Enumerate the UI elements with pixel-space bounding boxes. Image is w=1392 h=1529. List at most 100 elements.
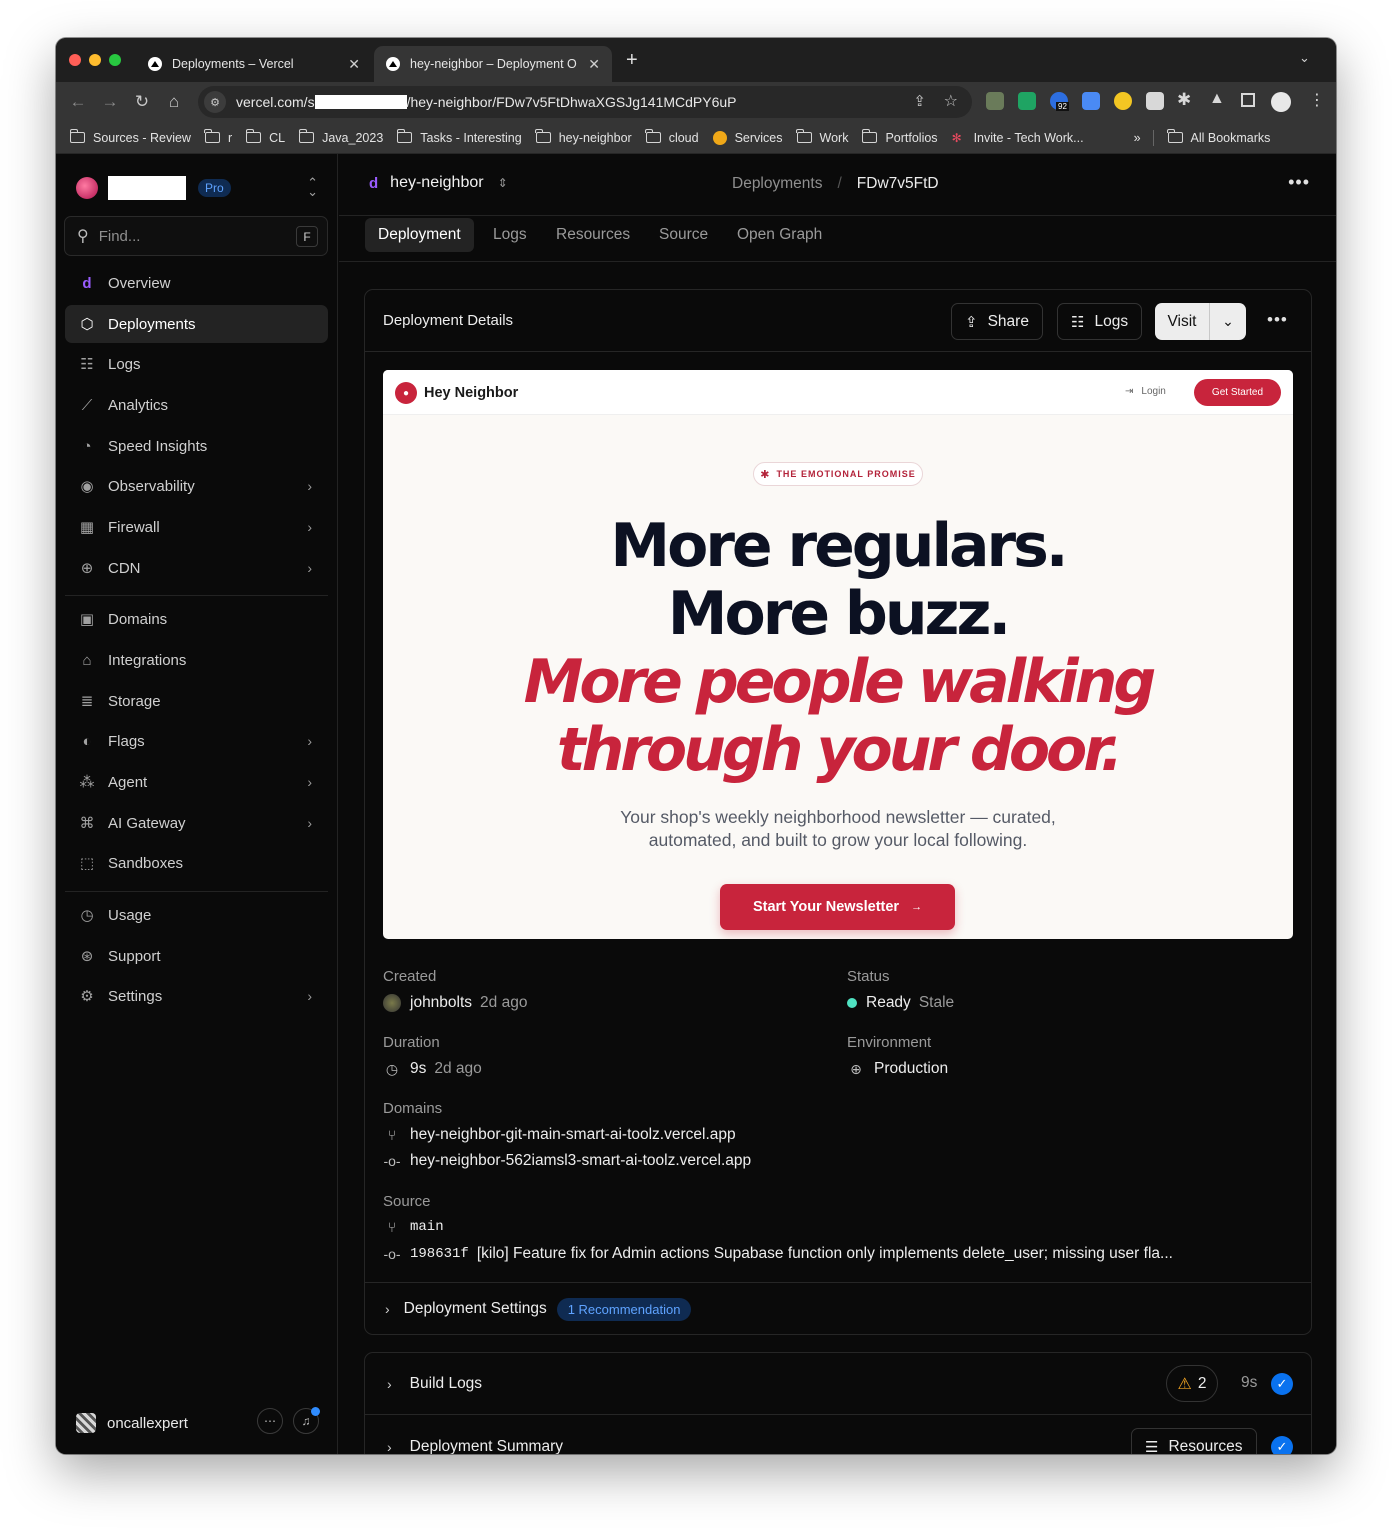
close-tab-icon[interactable]: ✕: [588, 56, 600, 73]
bookmark-folder[interactable]: Work: [796, 129, 848, 145]
extension-nl-icon[interactable]: [986, 92, 1004, 110]
sidebar-item-cdn[interactable]: ⊕ CDN ›: [65, 549, 328, 587]
sidebar-item-logs[interactable]: ☷ Logs: [65, 345, 328, 383]
more-options-icon[interactable]: •••: [1288, 172, 1310, 193]
tab-resources[interactable]: Resources: [543, 218, 643, 252]
warning-count: 2: [1197, 1374, 1207, 1392]
deployment-settings-row[interactable]: › Deployment Settings 1 Recommendation: [365, 1282, 1311, 1335]
eye-icon: ◉: [80, 478, 94, 495]
extension-sheets-icon[interactable]: [1018, 92, 1036, 110]
browser-tab-deployments[interactable]: Deployments – Vercel ✕: [136, 46, 372, 82]
forward-icon[interactable]: →: [94, 92, 126, 112]
sparkle-icon: ✱: [760, 468, 771, 481]
find-input[interactable]: ⚲ Find... F: [64, 216, 328, 256]
labs-flask-icon[interactable]: ▲: [1209, 90, 1225, 108]
sidebar-item-domains[interactable]: ▣ Domains: [65, 600, 328, 638]
share-page-icon[interactable]: ⇪: [913, 92, 926, 110]
sidebar-item-analytics[interactable]: ⟋ Analytics: [65, 386, 328, 424]
browser-menu-icon[interactable]: ⋮: [1309, 90, 1325, 110]
visit-button[interactable]: Visit: [1155, 303, 1210, 340]
new-tab-button[interactable]: +: [626, 49, 638, 72]
breadcrumb-deployments[interactable]: Deployments: [732, 175, 822, 193]
minimize-window-button[interactable]: [89, 54, 101, 66]
sidebar-item-agent[interactable]: ⁂ Agent ›: [65, 763, 328, 801]
home-icon[interactable]: ⌂: [158, 92, 190, 112]
tab-logs[interactable]: Logs: [480, 218, 540, 252]
domain-link[interactable]: hey-neighbor-git-main-smart-ai-toolz.ver…: [410, 1126, 736, 1144]
domain-link[interactable]: hey-neighbor-562iamsl3-smart-ai-toolz.ve…: [410, 1152, 751, 1170]
user-menu[interactable]: oncallexpert ⋯ ♫: [76, 1407, 326, 1438]
tab-deployment[interactable]: Deployment: [365, 218, 474, 252]
close-tab-icon[interactable]: ✕: [348, 56, 360, 73]
sidebar-item-ai-gateway[interactable]: ⌘ AI Gateway ›: [65, 804, 328, 842]
extension-chat-icon[interactable]: [1146, 92, 1164, 110]
side-panel-icon[interactable]: [1241, 93, 1255, 107]
back-icon[interactable]: ←: [62, 92, 94, 112]
domain-icon: ▣: [79, 611, 95, 628]
gear-icon: ⚙: [80, 988, 94, 1005]
all-bookmarks[interactable]: All Bookmarks: [1167, 129, 1270, 145]
close-window-button[interactable]: [69, 54, 81, 66]
bookmark-services[interactable]: Services: [712, 130, 783, 145]
extension-badge-icon[interactable]: 92: [1050, 92, 1069, 111]
sidebar-item-usage[interactable]: ◷ Usage: [65, 896, 328, 934]
extensions-puzzle-icon[interactable]: ✱: [1177, 90, 1191, 110]
bookmark-folder[interactable]: Java_2023: [298, 129, 383, 145]
more-options-icon[interactable]: ⋯: [257, 1408, 283, 1434]
zoom-window-button[interactable]: [109, 54, 121, 66]
build-logs-row[interactable]: › Build Logs ⚠ 2 9s ✓: [365, 1353, 1311, 1415]
bookmark-folder[interactable]: r: [204, 129, 232, 145]
reload-icon[interactable]: ↻: [126, 92, 158, 112]
sidebar-item-speed-insights[interactable]: ◔ Speed Insights: [65, 427, 328, 465]
bookmark-folder[interactable]: cloud: [645, 129, 699, 145]
browser-tab-hey-neighbor[interactable]: hey-neighbor – Deployment O ✕: [374, 46, 612, 82]
commit-message[interactable]: [kilo] Feature fix for Admin actions Sup…: [477, 1245, 1173, 1263]
project-switcher[interactable]: d hey-neighbor ⇕: [369, 174, 508, 192]
sidebar-item-support[interactable]: ⊛ Support: [65, 937, 328, 975]
share-button[interactable]: ⇪ Share: [951, 303, 1043, 340]
deployment-preview-screenshot[interactable]: ● Hey Neighbor ⇥ Login Get Started ✱ THE EM…: [383, 370, 1293, 939]
created-user[interactable]: johnbolts: [410, 994, 472, 1012]
deployment-settings-label: Deployment Settings: [403, 1300, 547, 1317]
sidebar-item-settings[interactable]: ⚙ Settings ›: [65, 977, 328, 1015]
tab-source[interactable]: Source: [646, 218, 721, 252]
branch-name[interactable]: main: [410, 1219, 444, 1235]
sidebar-item-storage[interactable]: ≣ Storage: [65, 682, 328, 720]
firewall-icon: ▦: [79, 519, 95, 536]
sidebar-item-sandboxes[interactable]: ⬚ Sandboxes: [65, 844, 328, 882]
user-avatar: [76, 1413, 96, 1433]
sidebar-item-firewall[interactable]: ▦ Firewall ›: [65, 508, 328, 546]
chevron-right-icon: ›: [307, 733, 312, 749]
commit-hash[interactable]: 198631f: [410, 1246, 469, 1262]
sidebar-item-overview[interactable]: d Overview: [65, 264, 328, 302]
logs-button[interactable]: ☷ Logs: [1057, 303, 1143, 340]
tab-search-chevron-icon[interactable]: ⌄: [1299, 50, 1310, 66]
extension-highlighter-icon[interactable]: [1114, 92, 1132, 110]
sidebar-item-deployments[interactable]: ⬡ Deployments: [65, 305, 328, 343]
bookmark-folder[interactable]: hey-neighbor: [535, 129, 632, 145]
bookmark-folder[interactable]: Portfolios: [861, 129, 938, 145]
address-bar[interactable]: ⚙ vercel.com/s/hey-neighbor/FDw7v5FtDhwa…: [198, 86, 972, 118]
bookmark-folder[interactable]: Tasks - Interesting: [396, 129, 522, 145]
more-options-icon[interactable]: •••: [1267, 310, 1288, 330]
bookmark-invite[interactable]: ✻ Invite - Tech Work...: [952, 131, 1084, 145]
resources-button[interactable]: ☰ Resources: [1131, 1428, 1257, 1454]
bookmark-folder[interactable]: Sources - Review: [69, 129, 191, 145]
tab-open-graph[interactable]: Open Graph: [724, 218, 835, 252]
bookmarks-overflow-button[interactable]: »: [1134, 131, 1141, 145]
warnings-badge[interactable]: ⚠ 2: [1166, 1365, 1218, 1402]
extension-translate-icon[interactable]: [1082, 92, 1100, 110]
sidebar-item-observability[interactable]: ◉ Observability ›: [65, 467, 328, 505]
site-info-icon[interactable]: ⚙: [204, 91, 226, 113]
bookmark-folder[interactable]: CL: [245, 129, 285, 145]
deployment-summary-row[interactable]: › Deployment Summary ☰ Resources ✓: [365, 1416, 1311, 1454]
bookmark-star-icon[interactable]: ☆: [944, 91, 958, 111]
gateway-icon: ⌘: [79, 815, 95, 832]
notifications-bell-icon[interactable]: ♫: [293, 1407, 320, 1434]
user-avatar: [383, 994, 401, 1012]
sidebar-item-flags[interactable]: ◐ Flags ›: [65, 722, 328, 760]
profile-avatar-icon[interactable]: [1271, 92, 1291, 112]
sidebar-item-integrations[interactable]: ⌂ Integrations: [65, 641, 328, 679]
chevron-down-icon[interactable]: ⌄: [1210, 303, 1246, 340]
team-switcher[interactable]: Pro ⌃ ⌄: [76, 174, 326, 202]
